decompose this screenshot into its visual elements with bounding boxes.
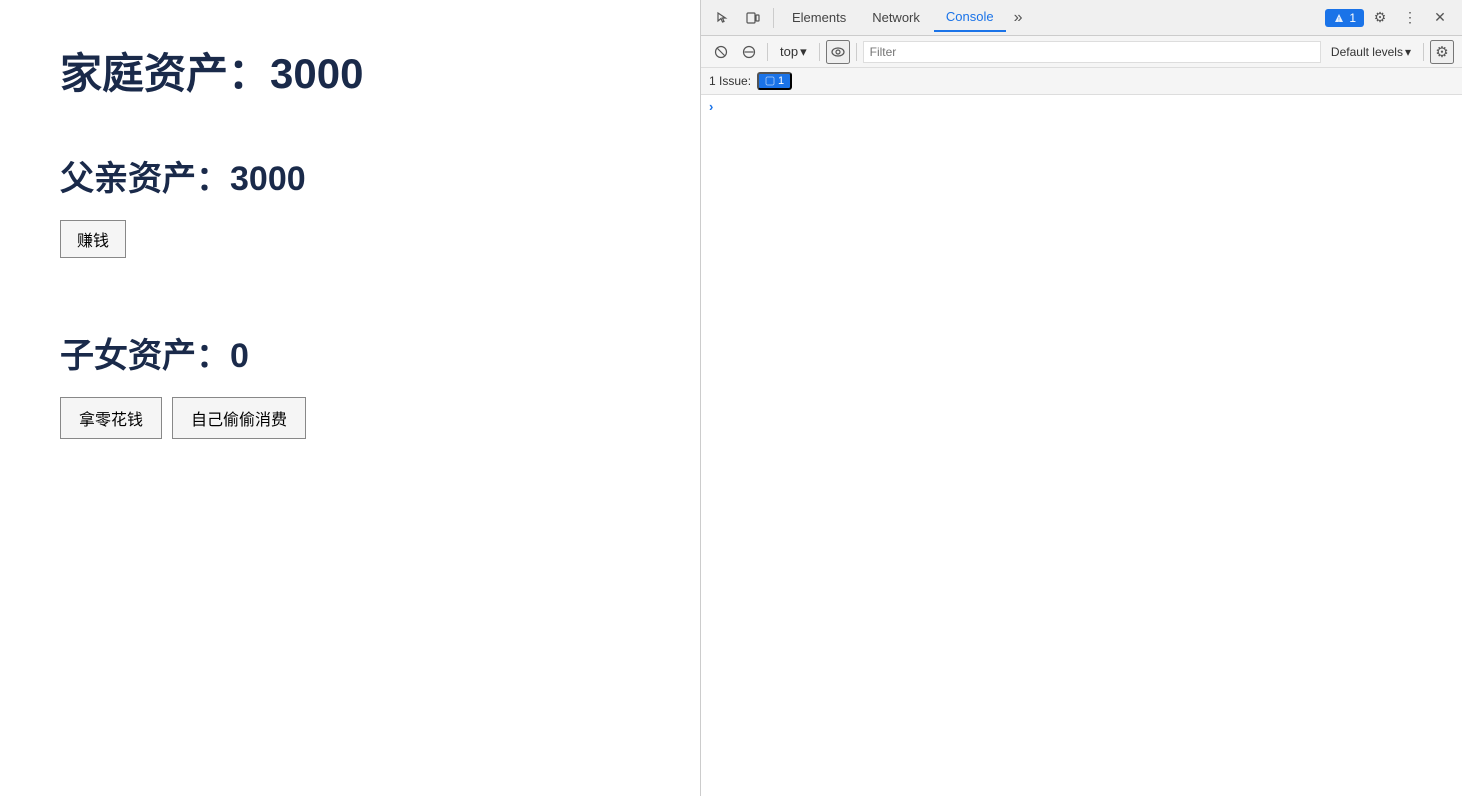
family-assets-display: 家庭资产：3000 — [60, 40, 640, 101]
levels-dropdown-icon: ▾ — [1405, 45, 1411, 59]
devtools-tabs-bar: Elements Network Console » ! 1 ⚙ ⋮ ✕ — [701, 0, 1462, 36]
device-toolbar-icon[interactable] — [739, 4, 767, 32]
child-assets-value: 0 — [230, 337, 249, 375]
console-output: › — [701, 95, 1462, 796]
toolbar-separator-2 — [819, 43, 820, 61]
father-assets-label: 父亲资产： — [60, 160, 230, 198]
toolbar-separator-4 — [1423, 43, 1424, 61]
issues-badge-count: 1 — [1349, 11, 1356, 25]
main-content: 家庭资产：3000 父亲资产：3000 赚钱 子女资产：0 拿零花钱 自己偷偷消… — [0, 0, 700, 796]
family-assets-label: 家庭资产： — [60, 50, 270, 97]
more-options-icon[interactable]: ⋮ — [1396, 4, 1424, 32]
toolbar-separator-3 — [856, 43, 857, 61]
close-devtools-icon[interactable]: ✕ — [1426, 4, 1454, 32]
console-chevron-icon[interactable]: › — [709, 99, 713, 114]
child-assets-label: 子女资产： — [60, 337, 230, 375]
context-selector[interactable]: top ▾ — [774, 43, 813, 61]
earn-button[interactable]: 赚钱 — [60, 220, 126, 258]
father-section: 父亲资产：3000 赚钱 — [60, 151, 640, 298]
child-buttons-group: 拿零花钱 自己偷偷消费 — [60, 397, 640, 439]
issues-badge-button[interactable]: ! 1 — [1325, 9, 1364, 27]
context-dropdown-icon: ▾ — [800, 44, 807, 60]
no-entry-icon[interactable] — [737, 40, 761, 64]
tab-separator — [773, 8, 774, 28]
settings-icon[interactable]: ⚙ — [1366, 4, 1394, 32]
issues-count-value: 1 — [778, 75, 784, 87]
father-assets-display: 父亲资产：3000 — [60, 151, 640, 200]
console-toolbar: top ▾ Default levels ▾ ⚙ — [701, 36, 1462, 68]
clear-console-icon[interactable] — [709, 40, 733, 64]
eye-icon[interactable] — [826, 40, 850, 64]
father-assets-value: 3000 — [230, 160, 306, 198]
tab-network[interactable]: Network — [860, 4, 932, 32]
issues-count-badge[interactable]: 1 — [757, 72, 792, 90]
child-section: 子女资产：0 拿零花钱 自己偷偷消费 — [60, 328, 640, 439]
console-settings-icon[interactable]: ⚙ — [1430, 40, 1454, 64]
inspect-element-icon[interactable] — [709, 4, 737, 32]
devtools-panel: Elements Network Console » ! 1 ⚙ ⋮ ✕ — [700, 0, 1462, 796]
spend-secret-button[interactable]: 自己偷偷消费 — [172, 397, 306, 439]
levels-label: Default levels — [1331, 45, 1403, 59]
tab-console[interactable]: Console — [934, 4, 1006, 32]
issues-label: 1 Issue: — [709, 74, 751, 88]
log-levels-selector[interactable]: Default levels ▾ — [1325, 44, 1417, 60]
filter-input[interactable] — [863, 41, 1321, 63]
issues-bar: 1 Issue: 1 — [701, 68, 1462, 95]
context-label: top — [780, 44, 798, 59]
get-allowance-button[interactable]: 拿零花钱 — [60, 397, 162, 439]
tab-elements[interactable]: Elements — [780, 4, 858, 32]
family-assets-value: 3000 — [270, 50, 363, 97]
tab-more-icon[interactable]: » — [1008, 5, 1029, 31]
child-assets-display: 子女资产：0 — [60, 328, 640, 377]
toolbar-separator — [767, 43, 768, 61]
